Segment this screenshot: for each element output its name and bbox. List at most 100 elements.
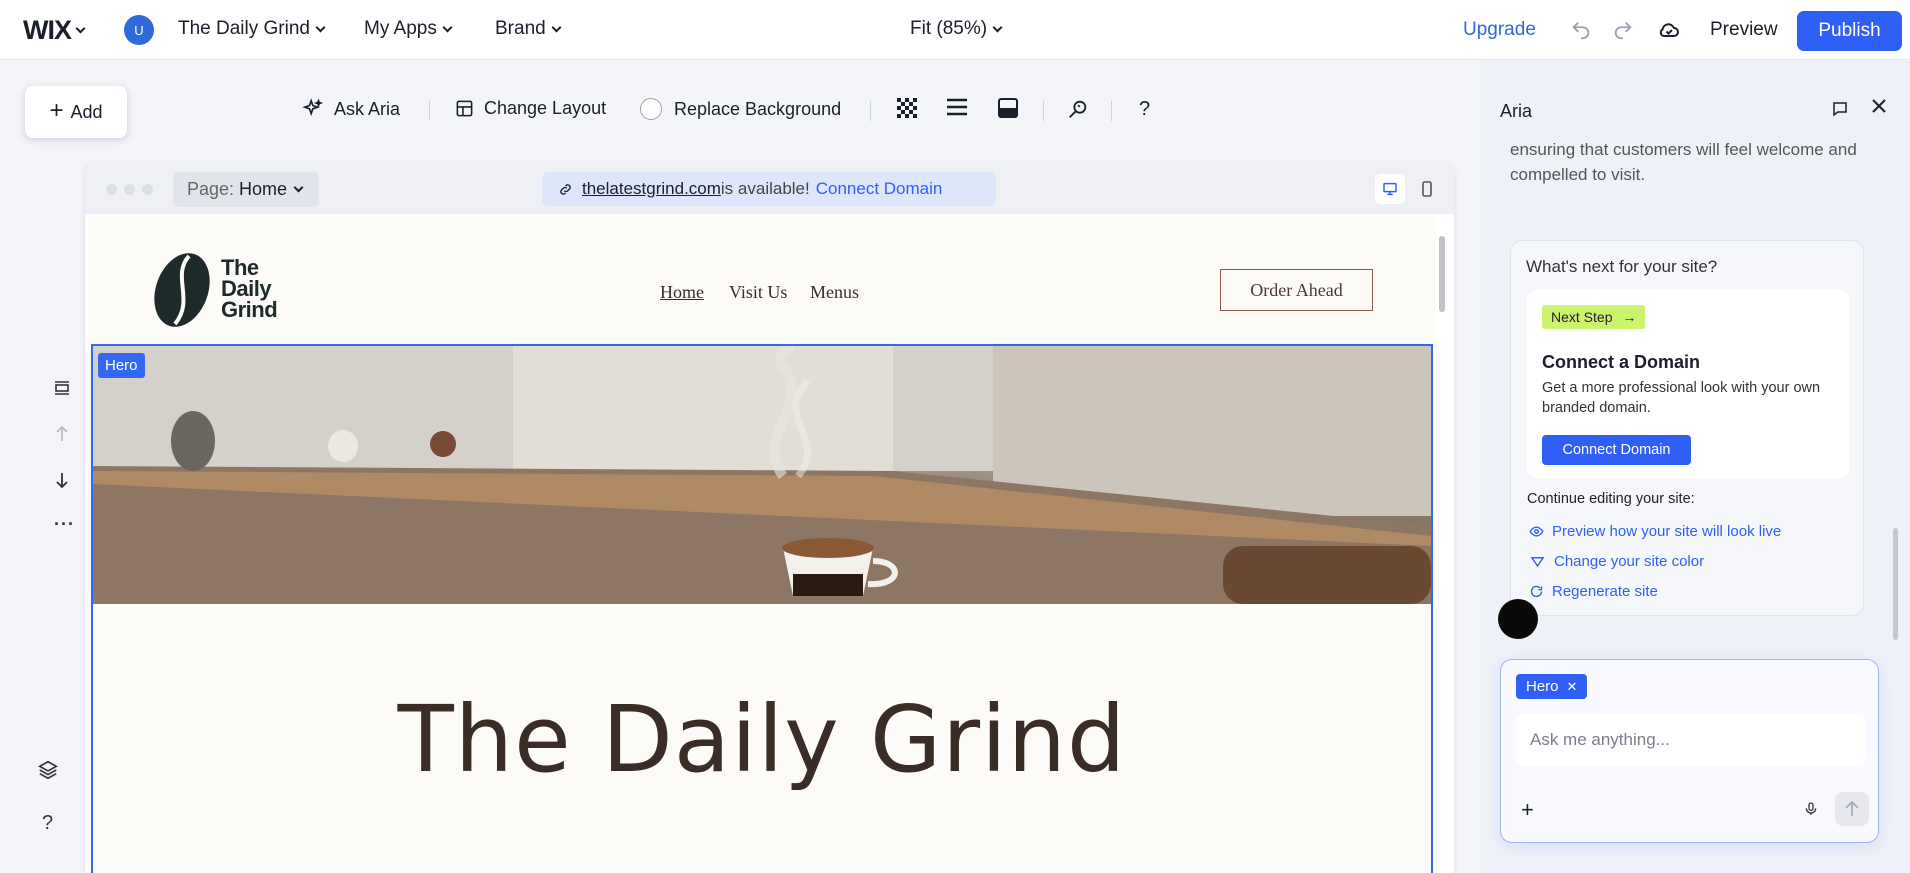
chevron-down-icon [75,23,86,34]
card-text: Get a more professional look with your o… [1542,380,1821,416]
hero-section[interactable]: Hero The Daily Grind [91,344,1433,873]
replace-background-button[interactable]: Replace Background [640,98,841,120]
upgrade-link[interactable]: Upgrade [1463,19,1536,41]
coffee-bean-logo-icon[interactable] [153,250,211,335]
nav-visit-us[interactable]: Visit Us [729,282,787,303]
layers-icon[interactable] [37,759,59,786]
link-icon [560,183,571,195]
sparkle-icon [302,98,324,117]
add-label: Add [70,101,103,122]
help-icon[interactable]: ? [42,812,53,835]
toolbar-divider [1111,101,1112,121]
logo-line: Grind [221,297,278,322]
cloud-save-icon[interactable] [1657,18,1681,47]
connect-domain-button[interactable]: Connect Domain [1542,435,1691,465]
ask-input[interactable] [1516,714,1865,766]
move-up-icon[interactable] [56,425,68,447]
editor-canvas: Page: Home thelatestgrind.com is availab… [85,162,1454,873]
connect-domain-card: Next Step → Connect a Domain Get a more … [1527,289,1849,479]
aria-title: Aria [1500,101,1533,121]
continue-label: Continue editing your site: [1527,491,1695,507]
next-step-label: Next Step [1551,309,1613,325]
window-dot [106,184,117,195]
brand-menu[interactable]: Brand [495,18,562,40]
top-bar: WIX U The Daily Grind My Apps Brand Fit … [0,0,1910,60]
zoom-menu[interactable]: Fit (85%) [910,18,1003,40]
layout-icon [456,100,473,117]
change-color-link[interactable]: Change your site color [1529,553,1704,570]
aria-composer: Hero ✕ + [1500,659,1879,843]
desktop-view-icon[interactable] [1375,174,1405,204]
hero-section-tag[interactable]: Hero [98,353,145,378]
hero-image: Hero [93,346,1431,604]
ask-aria-button[interactable]: Ask Aria [302,98,400,120]
my-apps-label: My Apps [364,18,437,39]
nav-home[interactable]: Home [660,282,704,303]
aria-panel: Aria ensuring that customers will feel w… [1480,60,1910,873]
chevron-down-icon [992,22,1003,32]
window-dot [124,184,135,195]
close-icon[interactable] [1871,98,1887,119]
hero-title[interactable]: The Daily Grind [93,686,1431,793]
avatar[interactable]: U [124,15,154,45]
cursor-indicator [1498,599,1538,639]
logo-line: Daily [221,276,272,301]
publish-button[interactable]: Publish [1797,11,1902,51]
regenerate-site-link[interactable]: Regenerate site [1529,583,1658,600]
attach-plus-icon[interactable]: + [1521,797,1534,823]
chevron-down-icon [315,22,326,32]
next-question: What's next for your site? [1526,257,1718,276]
domain-status: is available! [720,179,810,198]
palette-icon [1530,557,1545,568]
my-apps-menu[interactable]: My Apps [364,18,453,40]
move-down-icon[interactable] [56,472,68,493]
previous-message: ensuring that customers will feel welcom… [1510,140,1857,184]
page-label: Page: [187,179,235,199]
page-selector[interactable]: Page: Home [173,172,319,207]
more-icon[interactable]: ··· [54,514,75,535]
pattern-icon[interactable] [897,98,927,118]
remove-chip-icon[interactable]: ✕ [1567,679,1578,695]
mobile-view-icon[interactable] [1416,174,1438,204]
refresh-icon [1530,585,1543,598]
site-preview: The Daily Grind Home Visit Us Menus Orde… [88,216,1438,873]
chat-history-icon[interactable] [1831,100,1849,123]
card-title: Connect a Domain [1542,352,1701,372]
change-layout-button[interactable]: Change Layout [455,98,606,119]
order-ahead-button[interactable]: Order Ahead [1220,269,1373,311]
wix-logo-text: WIX [23,15,72,45]
next-step-badge: Next Step → [1542,305,1646,329]
context-chip[interactable]: Hero ✕ [1516,674,1588,699]
site-logo-text[interactable]: The Daily Grind [221,255,278,322]
canvas-scrollbar[interactable] [1436,216,1450,873]
arrow-right-icon: → [1622,309,1637,325]
preview-live-link[interactable]: Preview how your site will look live [1529,523,1781,540]
help-icon[interactable]: ? [1139,98,1150,121]
connect-domain-link[interactable]: Connect Domain [816,179,943,199]
preview-button[interactable]: Preview [1710,19,1778,41]
section-design-icon[interactable] [998,98,1028,118]
domain-banner: thelatestgrind.com is available! Connect… [542,172,996,206]
microphone-icon[interactable] [1803,800,1819,823]
toolbar-divider [1043,101,1044,121]
redo-icon[interactable] [1612,19,1634,46]
add-button[interactable]: + Add [25,86,127,138]
send-button[interactable] [1835,792,1869,826]
wix-logo[interactable]: WIX [23,15,86,46]
domain-name[interactable]: thelatestgrind.com [582,179,721,199]
logo-line: The [221,255,259,280]
scrollbar-thumb[interactable] [1439,236,1445,312]
magic-search-icon[interactable] [1067,98,1099,120]
section-icon[interactable] [54,380,70,401]
chevron-down-icon [293,182,304,193]
plus-icon: + [49,96,64,124]
nav-menus[interactable]: Menus [810,282,859,303]
arrow-up-icon [1845,801,1859,816]
site-menu[interactable]: The Daily Grind [178,18,326,40]
change-layout-label: Change Layout [484,98,607,118]
toolbar-divider [870,101,871,121]
undo-icon[interactable] [1570,19,1592,46]
chevron-down-icon [551,22,562,32]
list-icon[interactable] [947,98,977,116]
aria-scrollbar[interactable] [1893,528,1898,640]
